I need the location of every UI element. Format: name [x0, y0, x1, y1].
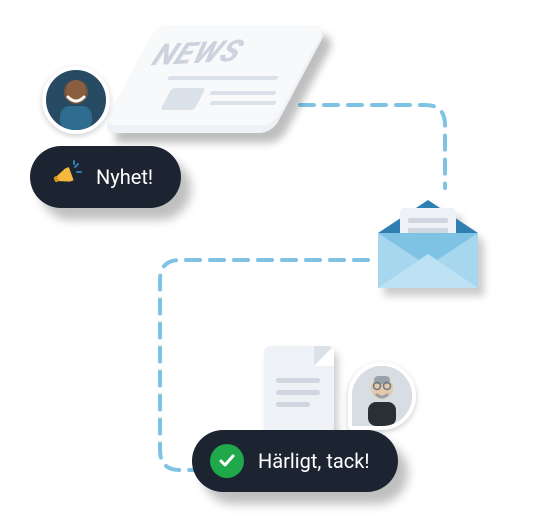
communication-flow-diagram: NEWS Nyhet!: [0, 0, 550, 524]
reply-bubble: Härligt, tack!: [192, 430, 398, 492]
reply-label: Härligt, tack!: [258, 449, 370, 473]
announcement-bubble: Nyhet!: [30, 146, 181, 208]
megaphone-icon: [48, 160, 82, 194]
document-icon: [264, 346, 334, 436]
avatar-recipient: [348, 362, 416, 430]
checkmark-icon: [210, 444, 244, 478]
avatar-sender: [42, 66, 110, 134]
announcement-label: Nyhet!: [96, 165, 153, 189]
newspaper-icon: NEWS: [130, 28, 300, 148]
envelope-icon: [368, 188, 488, 298]
